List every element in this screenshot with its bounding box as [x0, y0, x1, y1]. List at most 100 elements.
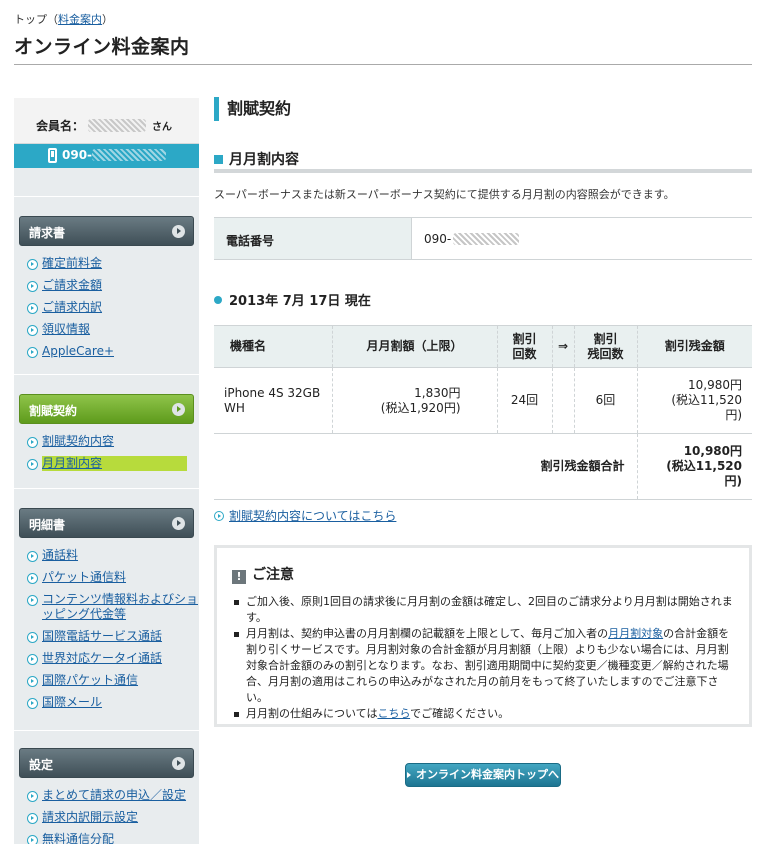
sidebar-header-label: 設定	[29, 758, 54, 772]
sidebar-list-installment: 割賦契約内容 月月割内容	[14, 434, 199, 471]
sidebar-item-intl-mail: 国際メール	[14, 695, 199, 710]
cell-monthly-amount: 1,830円 (税込1,920円)	[332, 367, 498, 434]
total-line2: (税込11,520	[666, 459, 742, 473]
mechanism-here-link[interactable]: こちら	[377, 707, 410, 720]
installment-detail-link-row: 割賦契約内容についてはこちら	[214, 507, 396, 524]
breadcrumb-pricing-link[interactable]: 料金案内	[58, 13, 102, 26]
notice-item: 月月割の仕組みについてはこちらでご確認ください。	[232, 706, 737, 722]
sidebar-header-label: 割賦契約	[29, 404, 78, 418]
sidebar-group-statement: 明細書 通話料 パケット通信料 コンテンツ情報料およびショッピング代金等 国際電…	[14, 508, 199, 717]
discount-table: 機種名 月月割額（上限） 割引 回数 ⇒ 割引 残回数 割引残金額 iPhone 4…	[214, 325, 752, 500]
sidebar-divider	[14, 374, 199, 375]
arrow-right-icon	[172, 757, 185, 770]
sidebar-group-installment: 割賦契約 割賦契約内容 月月割内容	[14, 394, 199, 478]
phone-number-label: 電話番号	[214, 218, 412, 259]
sidebar-item-billing-amount: ご請求金額	[14, 278, 199, 293]
sidebar: 会員名： さん 090- 請求書 確定前料金 ご請求金額 ご請求内訳 領収情報 A…	[14, 98, 199, 844]
cell-balance-line3: 円)	[725, 408, 742, 422]
member-phone-bar: 090-	[14, 144, 199, 168]
sidebar-item-monthly-discount: 月月割内容	[14, 456, 199, 471]
member-phone-number: 090-	[62, 148, 167, 162]
sidebar-item-breakdown-disclosure: 請求内訳開示設定	[14, 810, 199, 825]
cell-remaining-count: 6回	[574, 367, 638, 434]
sidebar-link[interactable]: 国際パケット通信	[42, 673, 138, 687]
sidebar-link[interactable]: コンテンツ情報料およびショッピング代金等	[42, 592, 198, 621]
sidebar-link[interactable]: 無料通信分配	[42, 832, 114, 844]
member-name-blurred	[88, 119, 147, 132]
total-amount: 10,980円 (税込11,520 円)	[637, 433, 752, 500]
arrow-right-icon	[172, 403, 185, 416]
sidebar-link[interactable]: 確定前料金	[42, 256, 102, 270]
online-billing-top-button[interactable]: オンライン料金案内トップへ	[405, 763, 561, 787]
phone-number-prefix: 090-	[424, 232, 452, 246]
sidebar-list-statement: 通話料 パケット通信料 コンテンツ情報料およびショッピング代金等 国際電話サービ…	[14, 548, 199, 710]
notice-box: ! ご注意 ご加入後、原則1回目の請求後に月月割の金額は確定し、2回目のご請求分よ…	[214, 545, 752, 727]
description-text: スーパーボーナスまたは新スーパーボーナス契約にて提供する月月割の内容照会ができま…	[214, 188, 675, 201]
sidebar-header-settings[interactable]: 設定	[19, 748, 194, 778]
square-bullet-icon	[214, 155, 223, 164]
total-label: 割引残金額合計	[214, 433, 638, 500]
sidebar-link[interactable]: パケット通信料	[42, 570, 126, 584]
notice-item3-text-a: 月月割の仕組みについては	[246, 707, 378, 720]
cell-arrow-empty	[552, 367, 575, 434]
subsection-title: 月月割内容	[229, 152, 299, 168]
col-header-arrow: ⇒	[552, 325, 575, 368]
sidebar-item-call-charges: 通話料	[14, 548, 199, 563]
member-phone-prefix: 090-	[62, 148, 93, 162]
sidebar-link[interactable]: 請求内訳開示設定	[42, 810, 138, 824]
sidebar-header-label: 明細書	[29, 518, 66, 532]
as-of-date-heading: 2013年 7月 17日 現在	[214, 290, 371, 309]
sidebar-link[interactable]: 通話料	[42, 548, 78, 562]
sidebar-header-installment[interactable]: 割賦契約	[19, 394, 194, 424]
notice-list: ご加入後、原則1回目の請求後に月月割の金額は確定し、2回目のご請求分より月月割は…	[232, 594, 737, 722]
cell-balance-line1: 10,980円	[688, 378, 742, 392]
cell-balance-line2: (税込11,520	[671, 393, 742, 407]
sidebar-item-intl-packet: 国際パケット通信	[14, 673, 199, 688]
phone-number-value: 090-	[424, 232, 520, 246]
breadcrumb-close-paren: ）	[102, 13, 113, 26]
sidebar-link[interactable]: 領収情報	[42, 322, 90, 336]
cell-monthly-line1: 1,830円	[414, 385, 461, 400]
sidebar-link-current[interactable]: 月月割内容	[42, 456, 187, 471]
cell-discount-count: 24回	[497, 367, 553, 434]
table-total-row: 割引残金額合計 10,980円 (税込11,520 円)	[214, 433, 752, 500]
sidebar-link[interactable]: 国際電話サービス通話	[42, 629, 162, 643]
sidebar-item-billing-detail: ご請求内訳	[14, 300, 199, 315]
sidebar-link[interactable]: 国際メール	[42, 695, 102, 709]
subsection-heading: 月月割内容	[214, 148, 752, 174]
warning-icon: !	[232, 570, 246, 584]
header-divider	[14, 64, 752, 65]
col-header-remain-line2: 残回数	[587, 346, 624, 361]
breadcrumb-top-link[interactable]: トップ	[14, 13, 47, 26]
sidebar-link[interactable]: まとめて請求の申込／設定	[42, 788, 186, 802]
monthly-discount-target-link[interactable]: 月月割対象	[608, 627, 663, 640]
sidebar-item-consolidated-billing: まとめて請求の申込／設定	[14, 788, 199, 803]
sidebar-link[interactable]: ご請求金額	[42, 278, 102, 292]
cell-model-line1: iPhone 4S 32GB	[224, 385, 321, 400]
notice-item2-text-a: 月月割は、契約申込書の月月割欄の記載額を上限として、毎月ご加入者の	[246, 627, 609, 640]
sidebar-link[interactable]: ご請求内訳	[42, 300, 102, 314]
phone-number-blurred	[92, 149, 167, 161]
notice-item: 月月割は、契約申込書の月月割欄の記載額を上限として、毎月ご加入者の月月割対象の合…	[232, 626, 737, 706]
dot-bullet-icon	[214, 296, 222, 304]
phone-number-table: 電話番号 090-	[214, 217, 752, 260]
col-header-count-line1: 割引	[512, 331, 537, 346]
cell-model-line2: WH	[224, 400, 245, 415]
table-row: iPhone 4S 32GB WH 1,830円 (税込1,920円) 24回 6回…	[214, 367, 752, 434]
notice-item3-text-b: でご確認ください。	[410, 707, 510, 720]
member-info: 会員名： さん	[14, 98, 199, 144]
sidebar-header-statement[interactable]: 明細書	[19, 508, 194, 538]
arrow-right-icon	[407, 772, 411, 778]
sidebar-link[interactable]: AppleCare+	[42, 344, 114, 358]
col-header-count-line2: 回数	[512, 346, 537, 361]
sidebar-header-bill[interactable]: 請求書	[19, 216, 194, 246]
button-label: オンライン料金案内トップへ	[416, 768, 559, 781]
sidebar-item-applecare: AppleCare+	[14, 344, 199, 359]
sidebar-link[interactable]: 世界対応ケータイ通話	[42, 651, 162, 665]
col-header-discount-count: 割引 回数	[497, 325, 553, 368]
sidebar-link[interactable]: 割賦契約内容	[42, 434, 114, 448]
installment-detail-link[interactable]: 割賦契約内容についてはこちら	[229, 509, 396, 523]
col-header-remaining-count: 割引 残回数	[574, 325, 638, 368]
sidebar-item-receipt: 領収情報	[14, 322, 199, 337]
sidebar-item-content-charges: コンテンツ情報料およびショッピング代金等	[14, 592, 199, 622]
